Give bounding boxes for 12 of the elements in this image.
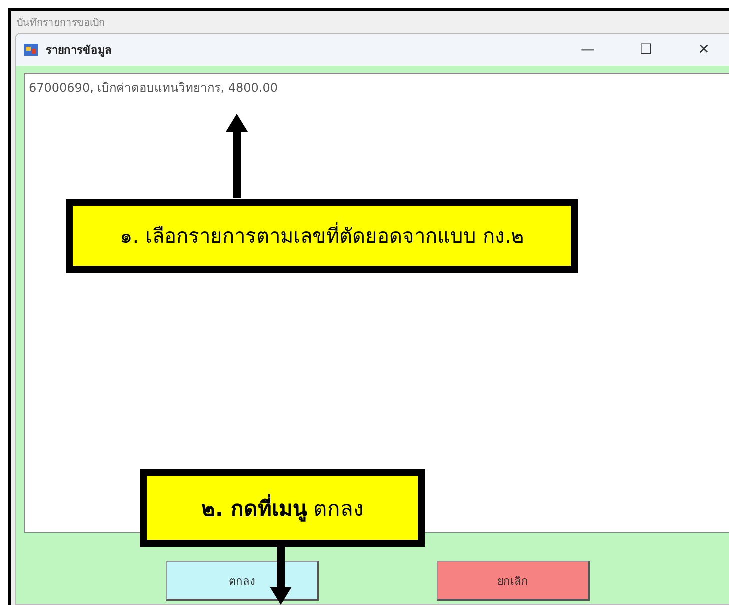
arrow — [270, 547, 292, 605]
instruction-tooltip: ๒. กดที่เมนู ตกลง — [140, 469, 425, 547]
background-window-title: บันทึกรายการขอเบิก — [16, 17, 106, 31]
minimize-button[interactable]: — — [563, 42, 613, 58]
window-title: รายการข้อมูล — [46, 43, 113, 59]
app-icon — [24, 44, 38, 56]
maximize-button[interactable]: ☐ — [621, 42, 671, 58]
cancel-button[interactable]: ยกเลิก — [437, 561, 590, 601]
instruction-tooltip: ๑. เลือกรายการตามเลขที่ตัดยอดจากแบบ กง.๒ — [66, 199, 578, 273]
ok-button[interactable]: ตกลง — [166, 561, 319, 601]
close-button[interactable]: ✕ — [679, 42, 729, 58]
list-item[interactable]: 67000690, เบิกค่าตอบแทนวิทยากร, 4800.00 — [29, 78, 725, 97]
